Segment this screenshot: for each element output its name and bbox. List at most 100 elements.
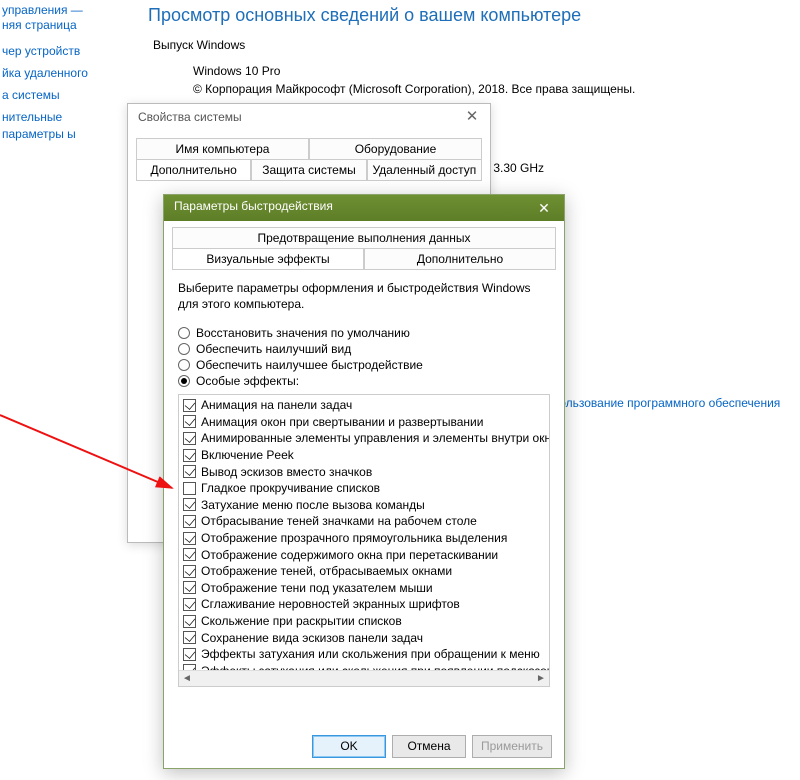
effect-label: Отображение тени под указателем мыши [201,581,433,595]
dialog-title: Параметры быстродействия [174,199,333,213]
effect-label: Скольжение при раскрытии списков [201,614,402,628]
tab-visual-effects[interactable]: Визуальные эффекты [172,248,364,269]
effect-label: Отбрасывание теней значками на рабочем с… [201,514,477,528]
radio-icon[interactable] [178,327,190,339]
effect-item[interactable]: Отображение теней, отбрасываемых окнами [181,563,549,580]
checkbox-icon[interactable] [183,648,196,661]
ok-button[interactable]: OK [312,735,386,758]
effect-item[interactable]: Сохранение вида эскизов панели задач [181,629,549,646]
radio-label: Особые эффекты: [196,374,299,388]
effect-label: Анимация на панели задач [201,398,352,412]
effects-list-box: Анимация на панели задач Анимация окон пр… [178,394,550,687]
checkbox-icon[interactable] [183,482,196,495]
radio-option[interactable]: Обеспечить наилучшее быстродействие [178,358,550,372]
dialog-titlebar: Параметры быстродействия ✕ [164,195,564,221]
checkbox-icon[interactable] [183,631,196,644]
effect-item[interactable]: Затухание меню после вызова команды [181,497,549,514]
checkbox-icon[interactable] [183,465,196,478]
system-info-panel: Просмотр основных сведений о вашем компь… [148,0,800,98]
radio-option[interactable]: Особые эффекты: [178,374,550,388]
tab-advanced[interactable]: Дополнительно [364,248,556,269]
scroll-left-icon[interactable]: ◄ [179,671,195,686]
close-icon[interactable]: ✕ [524,195,564,221]
effect-label: Гладкое прокручивание списков [201,481,380,495]
checkbox-icon[interactable] [183,615,196,628]
dialog-title: Свойства системы [138,110,242,124]
page-title: Просмотр основных сведений о вашем компь… [148,5,796,26]
effect-item[interactable]: Вывод эскизов вместо значков [181,463,549,480]
checkbox-icon[interactable] [183,415,196,428]
radio-option[interactable]: Обеспечить наилучший вид [178,342,550,356]
effect-label: Анимация окон при свертывании и разверты… [201,415,483,429]
checkbox-icon[interactable] [183,498,196,511]
tab-computer-name[interactable]: Имя компьютера [136,138,309,159]
radio-icon[interactable] [178,359,190,371]
effect-label: Эффекты затухания или скольжения при обр… [201,647,540,661]
tab-dep[interactable]: Предотвращение выполнения данных [172,227,556,248]
effect-label: Отображение содержимого окна при перетас… [201,548,498,562]
text: управления — [2,3,83,17]
link-device-manager[interactable]: чер устройств [2,43,120,60]
link-license-terms[interactable]: а использование программного обеспечения… [530,396,800,424]
radio-option[interactable]: Восстановить значения по умолчанию [178,326,550,340]
horizontal-scrollbar[interactable]: ◄ ► [179,670,549,686]
control-panel-sidebar: управления — няя страница чер устройств … [0,0,120,148]
radio-label: Обеспечить наилучший вид [196,342,351,356]
text: няя страница [2,18,77,32]
tab-system-protection[interactable]: Защита системы [251,159,366,180]
radio-icon[interactable] [178,375,190,387]
link-remote-settings[interactable]: йка удаленного [2,65,120,82]
sidebar-title: управления — няя страница [2,3,120,33]
windows-edition: Windows 10 Pro [193,62,796,80]
effect-item[interactable]: Скольжение при раскрытии списков [181,613,549,630]
tab-remote[interactable]: Удаленный доступ [367,159,482,180]
close-icon[interactable]: ✕ [462,108,482,128]
checkbox-icon[interactable] [183,598,196,611]
dialog-button-row: OK Отмена Применить [312,735,552,758]
effect-item[interactable]: Отбрасывание теней значками на рабочем с… [181,513,549,530]
checkbox-icon[interactable] [183,548,196,561]
tab-advanced[interactable]: Дополнительно [136,159,251,180]
effect-item[interactable]: Сглаживание неровностей экранных шрифтов [181,596,549,613]
effect-item[interactable]: Отображение содержимого окна при перетас… [181,546,549,563]
dialog-body: Выберите параметры оформления и быстроде… [164,270,564,687]
effect-item[interactable]: Гладкое прокручивание списков [181,480,549,497]
link-advanced-settings[interactable]: нительные параметры ы [2,109,120,143]
tab-strip: Предотвращение выполнения данных Визуаль… [172,227,556,270]
cancel-button[interactable]: Отмена [392,735,466,758]
radio-icon[interactable] [178,343,190,355]
checkbox-icon[interactable] [183,565,196,578]
dialog-titlebar: Свойства системы ✕ [128,104,490,132]
edition-heading: Выпуск Windows [153,38,796,52]
windows-copyright: © Корпорация Майкрософт (Microsoft Corpo… [193,80,796,98]
radio-label: Восстановить значения по умолчанию [196,326,410,340]
radio-label: Обеспечить наилучшее быстродействие [196,358,423,372]
performance-options-dialog: Параметры быстродействия ✕ Предотвращени… [163,194,565,769]
effect-item[interactable]: Анимация окон при свертывании и разверты… [181,414,549,431]
effect-item[interactable]: Отображение прозрачного прямоугольника в… [181,530,549,547]
effect-item[interactable]: Отображение тени под указателем мыши [181,580,549,597]
effect-label: Отображение теней, отбрасываемых окнами [201,564,452,578]
effect-label: Включение Peek [201,448,294,462]
link-system-protection[interactable]: а системы [2,87,120,104]
checkbox-icon[interactable] [183,515,196,528]
effect-label: Сохранение вида эскизов панели задач [201,631,423,645]
effect-item[interactable]: Анимация на панели задач [181,397,549,414]
checkbox-icon[interactable] [183,581,196,594]
effect-item[interactable]: Включение Peek [181,447,549,464]
tab-hardware[interactable]: Оборудование [309,138,482,159]
effect-label: Затухание меню после вызова команды [201,498,425,512]
effect-label: Отображение прозрачного прямоугольника в… [201,531,507,545]
apply-button[interactable]: Применить [472,735,552,758]
checkbox-icon[interactable] [183,399,196,412]
tab-strip: Имя компьютера Оборудование Дополнительн… [136,138,482,181]
effect-item[interactable]: Эффекты затухания или скольжения при обр… [181,646,549,663]
checkbox-icon[interactable] [183,449,196,462]
effect-label: Сглаживание неровностей экранных шрифтов [201,597,460,611]
effect-label: Анимированные элементы управления и элем… [201,431,550,445]
scroll-right-icon[interactable]: ► [533,671,549,686]
checkbox-icon[interactable] [183,432,196,445]
effect-label: Вывод эскизов вместо значков [201,465,372,479]
effect-item[interactable]: Анимированные элементы управления и элем… [181,430,549,447]
checkbox-icon[interactable] [183,532,196,545]
